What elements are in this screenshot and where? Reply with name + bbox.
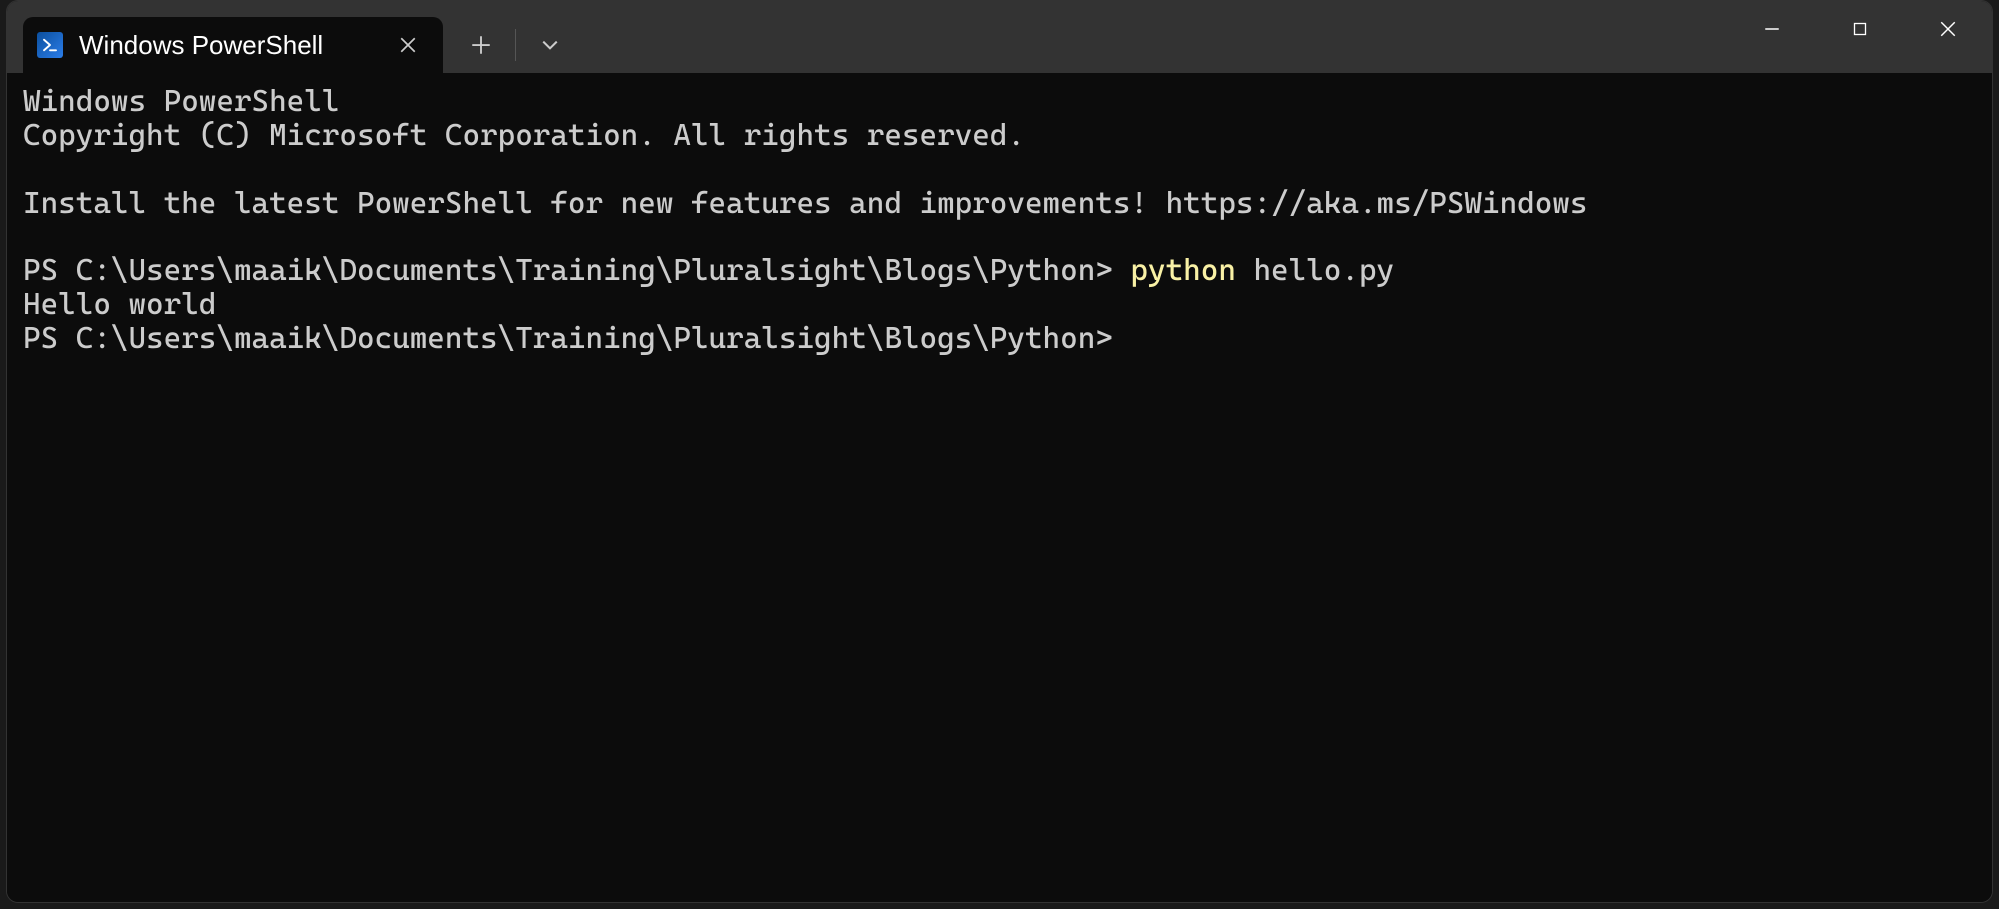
powershell-icon — [37, 32, 63, 58]
prompt-2: PS C:\Users\maaik\Documents\Training\Plu… — [23, 321, 1113, 356]
close-window-button[interactable] — [1904, 1, 1992, 57]
tab-actions — [451, 17, 580, 73]
header-line-1: Windows PowerShell — [23, 84, 339, 119]
window-controls — [1728, 1, 1992, 57]
output-line: Hello world — [23, 287, 216, 322]
maximize-button[interactable] — [1816, 1, 1904, 57]
divider — [515, 29, 516, 61]
terminal-window: Windows PowerShell Win — [6, 0, 1993, 903]
tab-title: Windows PowerShell — [79, 30, 375, 61]
prompt-1: PS C:\Users\maaik\Documents\Training\Plu… — [23, 253, 1130, 288]
terminal-tab[interactable]: Windows PowerShell — [23, 17, 443, 73]
command-executable: python — [1130, 253, 1235, 288]
command-argument: hello.py — [1236, 253, 1394, 288]
minimize-button[interactable] — [1728, 1, 1816, 57]
close-tab-button[interactable] — [391, 28, 425, 62]
new-tab-button[interactable] — [451, 17, 511, 73]
terminal-output[interactable]: Windows PowerShell Copyright (C) Microso… — [7, 73, 1992, 902]
header-line-2: Copyright (C) Microsoft Corporation. All… — [23, 118, 1025, 153]
install-message: Install the latest PowerShell for new fe… — [23, 186, 1587, 221]
tab-dropdown-button[interactable] — [520, 17, 580, 73]
titlebar: Windows PowerShell — [7, 1, 1992, 73]
